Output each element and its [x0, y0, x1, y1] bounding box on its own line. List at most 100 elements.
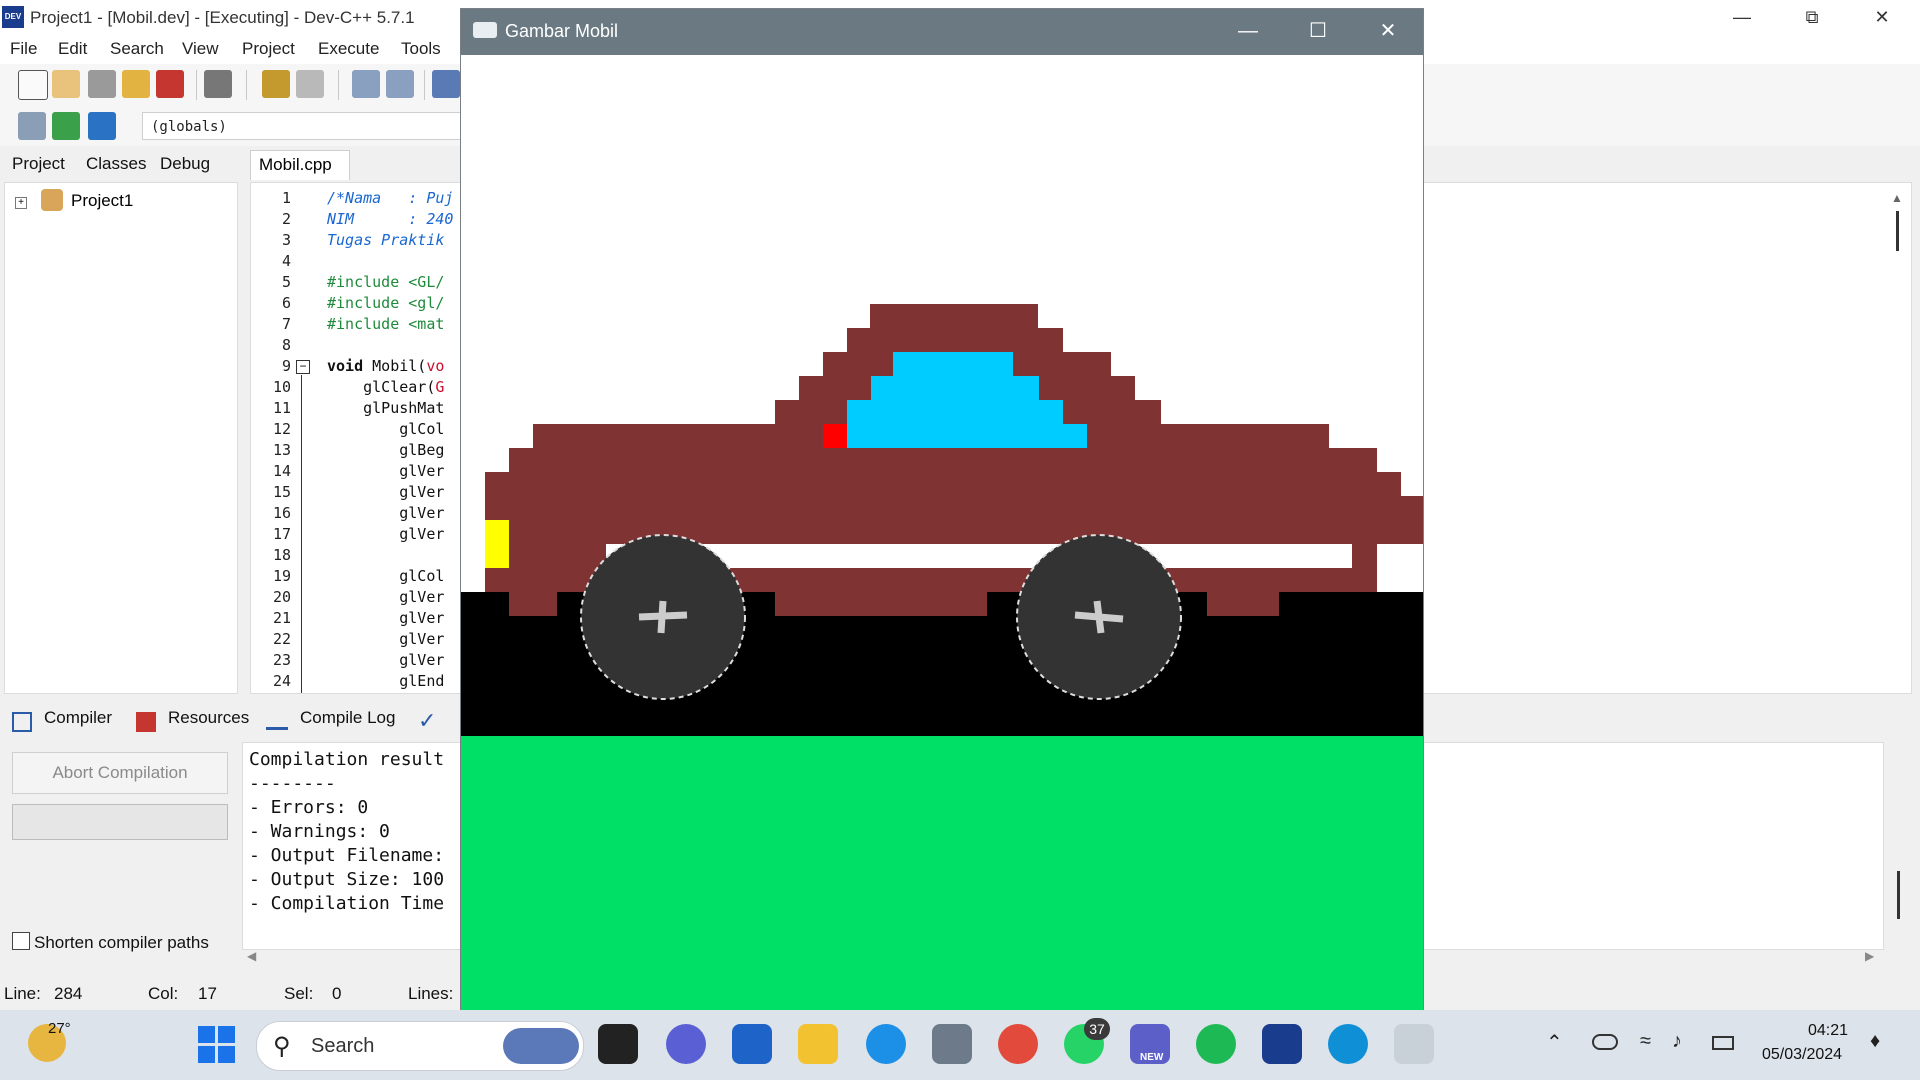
code-token: vo — [426, 357, 445, 375]
onedrive-icon[interactable] — [1592, 1034, 1618, 1050]
ide-close-button[interactable]: ✕ — [1852, 0, 1912, 36]
compile-log-icon — [266, 710, 288, 730]
new-file-icon[interactable] — [18, 70, 48, 100]
line-number: 9 — [281, 357, 291, 375]
battery-icon[interactable] — [1712, 1036, 1734, 1050]
edge-icon[interactable] — [1328, 1024, 1368, 1064]
ide-restore-button[interactable]: ⧉ — [1782, 0, 1842, 36]
menu-project[interactable]: Project — [242, 39, 295, 59]
fold-line — [301, 375, 302, 693]
print-icon[interactable] — [204, 70, 232, 98]
fold-icon[interactable]: − — [296, 360, 310, 374]
menu-edit[interactable]: Edit — [58, 39, 87, 59]
code-line: #include <GL/ — [327, 273, 445, 291]
help-icon[interactable] — [866, 1024, 906, 1064]
replace-icon[interactable] — [386, 70, 414, 98]
project-tree: + Project1 — [4, 182, 238, 694]
line-number: 11 — [272, 399, 291, 417]
devcpp-taskbar-icon[interactable] — [1262, 1024, 1302, 1064]
globals-combo[interactable]: (globals) — [142, 112, 462, 140]
line-number: 3 — [281, 231, 291, 249]
editor-tab-mobil-cpp[interactable]: Mobil.cpp — [250, 150, 350, 180]
store-icon[interactable] — [732, 1024, 772, 1064]
car-mirror — [823, 424, 847, 448]
shorten-paths-checkbox[interactable] — [12, 932, 30, 950]
tab-project[interactable]: Project — [12, 154, 65, 174]
chrome-icon[interactable] — [998, 1024, 1038, 1064]
log-line: - Compilation Time — [249, 893, 445, 914]
save-icon[interactable] — [88, 70, 116, 98]
notification-bell-icon[interactable]: ♦ — [1870, 1030, 1880, 1053]
line-number: 4 — [281, 252, 291, 270]
redo-icon[interactable] — [296, 70, 324, 98]
line-number: 12 — [272, 420, 291, 438]
find-icon[interactable] — [352, 70, 380, 98]
undo-icon[interactable] — [262, 70, 290, 98]
tab-classes[interactable]: Classes — [86, 154, 146, 174]
menu-view[interactable]: View — [182, 39, 219, 59]
code-token: glClear( — [327, 378, 436, 396]
chevron-up-icon[interactable]: ⌃ — [1546, 1030, 1563, 1055]
taskbar-search[interactable]: ⚲ Search — [256, 1021, 584, 1071]
tab-compile-log[interactable]: Compile Log — [300, 708, 395, 728]
task-view-icon[interactable] — [598, 1024, 638, 1064]
gl-minimize-button[interactable]: — — [1213, 9, 1283, 55]
gl-maximize-button[interactable]: ☐ — [1283, 9, 1353, 55]
volume-icon[interactable]: ♪ — [1672, 1030, 1682, 1053]
start-icon[interactable] — [198, 1026, 236, 1064]
log-scrollbar-thumb[interactable] — [1897, 871, 1900, 919]
line-number: 5 — [281, 273, 291, 291]
status-sel-value: 0 — [332, 984, 342, 1003]
tab-debug[interactable]: Debug — [160, 154, 210, 174]
checkmark-icon[interactable]: ✓ — [418, 708, 436, 734]
open-file-icon[interactable] — [52, 70, 80, 98]
goto-definition-icon[interactable] — [52, 112, 80, 140]
goto-declaration-icon[interactable] — [18, 112, 46, 140]
indent-icon[interactable] — [432, 70, 460, 98]
gl-close-button[interactable]: ✕ — [1353, 9, 1423, 55]
save-all-icon[interactable] — [122, 70, 150, 98]
gl-title-bar: Gambar Mobil — ☐ ✕ — [461, 9, 1423, 55]
bookmark-icon[interactable] — [88, 112, 116, 140]
code-token: Mobil( — [363, 357, 427, 375]
tab-compiler[interactable]: Compiler — [44, 708, 112, 728]
ide-minimize-button[interactable]: — — [1712, 0, 1772, 36]
line-number: 19 — [272, 567, 291, 585]
code-line: glVer — [327, 525, 445, 543]
clock-date[interactable]: 05/03/2024 — [1762, 1046, 1842, 1064]
shorten-paths-option[interactable]: Shorten compiler paths — [12, 932, 209, 953]
tree-item-project1[interactable]: Project1 — [71, 191, 133, 211]
scroll-left-icon[interactable]: ◀ — [247, 949, 256, 963]
scroll-right-icon[interactable]: ▶ — [1865, 949, 1874, 963]
code-line: glCol — [327, 567, 445, 585]
log-line: Compilation result — [249, 749, 445, 770]
opengl-taskbar-icon[interactable] — [1394, 1024, 1434, 1064]
status-line-label: Line: — [4, 984, 41, 1003]
expand-icon[interactable]: + — [15, 197, 27, 209]
file-explorer-icon[interactable] — [798, 1024, 838, 1064]
log-line: - Errors: 0 — [249, 797, 369, 818]
menu-file[interactable]: File — [10, 39, 37, 59]
wifi-icon[interactable]: ≈ — [1640, 1030, 1651, 1053]
log-line: -------- — [249, 773, 336, 794]
abort-compilation-button[interactable]: Abort Compilation — [12, 752, 228, 794]
spotify-icon[interactable] — [1196, 1024, 1236, 1064]
resources-icon — [136, 712, 156, 732]
code-line: glClear(G — [327, 378, 444, 396]
menu-search[interactable]: Search — [110, 39, 164, 59]
tab-resources[interactable]: Resources — [168, 708, 249, 728]
menu-tools[interactable]: Tools — [401, 39, 441, 59]
camera-icon[interactable] — [932, 1024, 972, 1064]
whatsapp-badge: 37 — [1084, 1018, 1110, 1040]
rear-wheel — [1016, 534, 1182, 700]
chat-icon[interactable] — [666, 1024, 706, 1064]
status-line-value: 284 — [54, 984, 83, 1003]
gl-window-title: Gambar Mobil — [505, 21, 619, 41]
close-file-icon[interactable] — [156, 70, 184, 98]
compile-progress-bar — [12, 804, 228, 840]
clock-time[interactable]: 04:21 — [1808, 1022, 1848, 1040]
menu-execute[interactable]: Execute — [318, 39, 379, 59]
editor-scrollbar-thumb[interactable] — [1896, 211, 1899, 251]
line-number: 2 — [281, 210, 291, 228]
status-sel-label: Sel: — [284, 984, 314, 1003]
